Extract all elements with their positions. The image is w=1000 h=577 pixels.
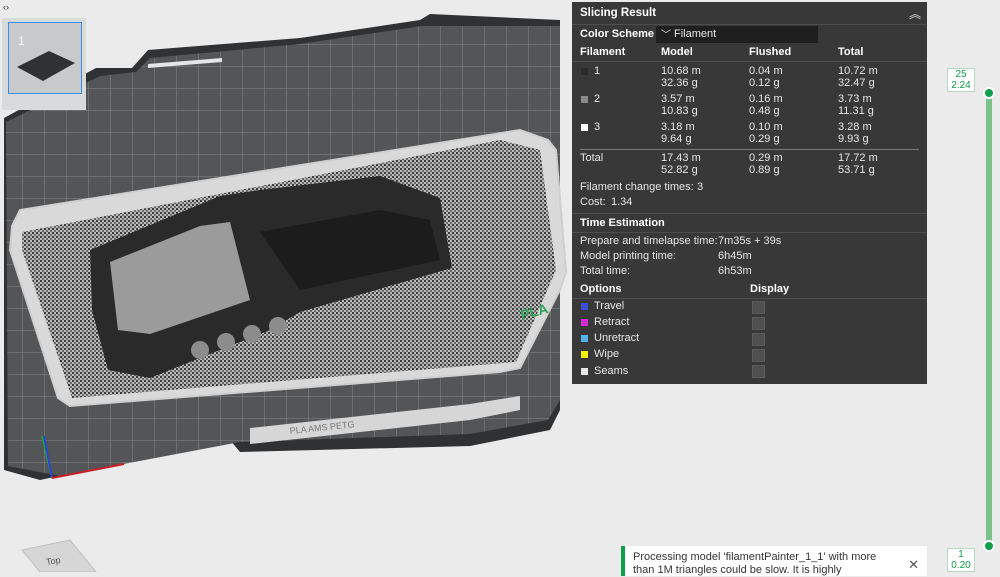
option-retract-swatch: [581, 319, 588, 326]
prepare-time-value: 7m35s + 39s: [718, 235, 782, 247]
filament-2-flushed-m: 0.16 m: [749, 93, 783, 105]
option-unretract-checkbox[interactable]: [752, 333, 765, 346]
top-layer-label: 25 2.24: [947, 68, 975, 92]
filament-1-flushed-m: 0.04 m: [749, 65, 783, 77]
filament-2-model-m: 3.57 m: [661, 93, 695, 105]
filament-2-total-m: 3.73 m: [838, 93, 872, 105]
cost-label: Cost:: [580, 196, 606, 208]
plate-thumbnail[interactable]: 1: [8, 22, 82, 94]
total-total-m: 17.72 m: [838, 152, 878, 164]
model-print-time-value: 6h45m: [718, 250, 752, 262]
option-unretract-label: Unretract: [594, 332, 640, 344]
filament-2-total-g: 11.31 g: [838, 105, 874, 117]
color-scheme-select[interactable]: ﹀ Filament: [656, 26, 818, 43]
filament-2-id: 2: [594, 93, 601, 105]
filament-1-model-g: 32.36 g: [661, 77, 698, 89]
display-header: Display: [750, 283, 790, 295]
change-times-label: Filament change times:: [580, 181, 694, 193]
option-seams-checkbox[interactable]: [752, 365, 765, 378]
filament-1-model-m: 10.68 m: [661, 65, 701, 77]
filament-2-flushed-g: 0.48 g: [749, 105, 780, 117]
filament-3-flushed-g: 0.29 g: [749, 133, 780, 145]
total-label: Total: [580, 152, 604, 164]
total-flushed-m: 0.29 m: [749, 152, 783, 164]
option-travel-swatch: [581, 303, 588, 310]
color-scheme-label: Color Scheme: [580, 28, 654, 40]
top-layer-number: 25: [955, 69, 967, 80]
notification-text-line2: than 1M triangles could be slow. It is h…: [633, 564, 842, 576]
prepare-time-label: Prepare and timelapse time:: [580, 235, 718, 247]
option-wipe-label: Wipe: [594, 348, 620, 360]
option-seams-swatch: [581, 368, 588, 375]
slicing-result-title: Slicing Result: [580, 7, 657, 19]
total-time-value: 6h53m: [718, 265, 752, 277]
layer-slider-top-handle[interactable]: [983, 87, 995, 99]
collapse-icon[interactable]: ︽: [909, 5, 921, 22]
option-retract-label: Retract: [594, 316, 630, 328]
filament-3-model-g: 9.64 g: [661, 133, 692, 145]
col-flushed: Flushed: [749, 46, 792, 58]
view-cube-label[interactable]: Top: [45, 555, 61, 567]
filament-1-total-g: 32.47 g: [838, 77, 875, 89]
total-total-g: 53.71 g: [838, 164, 875, 176]
total-time-label: Total time:: [580, 265, 631, 277]
color-scheme-value: Filament: [674, 28, 717, 40]
bottom-layer-height: 0.20: [951, 560, 971, 571]
filament-3-total-g: 9.93 g: [838, 133, 869, 145]
filament-1-flushed-g: 0.12 g: [749, 77, 780, 89]
close-icon[interactable]: ✕: [908, 558, 919, 571]
filament-3-id: 3: [594, 121, 601, 133]
option-travel-label: Travel: [594, 300, 625, 312]
total-flushed-g: 0.89 g: [749, 164, 780, 176]
chevron-down-icon: ﹀: [661, 30, 671, 41]
option-seams-label: Seams: [594, 365, 629, 377]
options-header: Options: [580, 283, 622, 295]
col-model: Model: [661, 46, 693, 58]
option-wipe-swatch: [581, 351, 588, 358]
option-retract-checkbox[interactable]: [752, 317, 765, 330]
option-wipe-checkbox[interactable]: [752, 349, 765, 362]
plate-preview-icon: [17, 51, 75, 81]
col-filament: Filament: [580, 46, 626, 58]
total-model-g: 52.82 g: [661, 164, 698, 176]
top-layer-height: 2.24: [951, 80, 971, 91]
bottom-layer-number: 1: [958, 549, 964, 560]
time-estimation-title: Time Estimation: [580, 217, 665, 229]
option-travel-checkbox[interactable]: [752, 301, 765, 314]
filament-3-swatch: [581, 124, 588, 131]
slicing-result-panel: Slicing Result ︽ Color Scheme ﹀ Filament…: [572, 2, 927, 384]
filament-1-total-m: 10.72 m: [838, 65, 878, 77]
bottom-layer-label: 1 0.20: [947, 548, 975, 572]
change-times-value: 3: [697, 181, 704, 193]
filament-1-id: 1: [594, 65, 601, 77]
filament-1-swatch: [581, 68, 588, 75]
filament-2-swatch: [581, 96, 588, 103]
model-print-time-label: Model printing time:: [580, 250, 676, 262]
filament-2-model-g: 10.83 g: [661, 105, 698, 117]
total-model-m: 17.43 m: [661, 152, 701, 164]
layer-slider-track[interactable]: [986, 93, 992, 547]
col-total: Total: [838, 46, 864, 58]
notification-text-line1: Processing model 'filamentPainter_1_1' w…: [633, 551, 877, 563]
cost-value: 1.34: [611, 196, 633, 208]
filament-3-total-m: 3.28 m: [838, 121, 872, 133]
expand-sidebar-icon[interactable]: ‹›: [3, 2, 15, 12]
filament-3-model-m: 3.18 m: [661, 121, 695, 133]
layer-slider-bottom-handle[interactable]: [983, 540, 995, 552]
option-unretract-swatch: [581, 335, 588, 342]
filament-3-flushed-m: 0.10 m: [749, 121, 783, 133]
